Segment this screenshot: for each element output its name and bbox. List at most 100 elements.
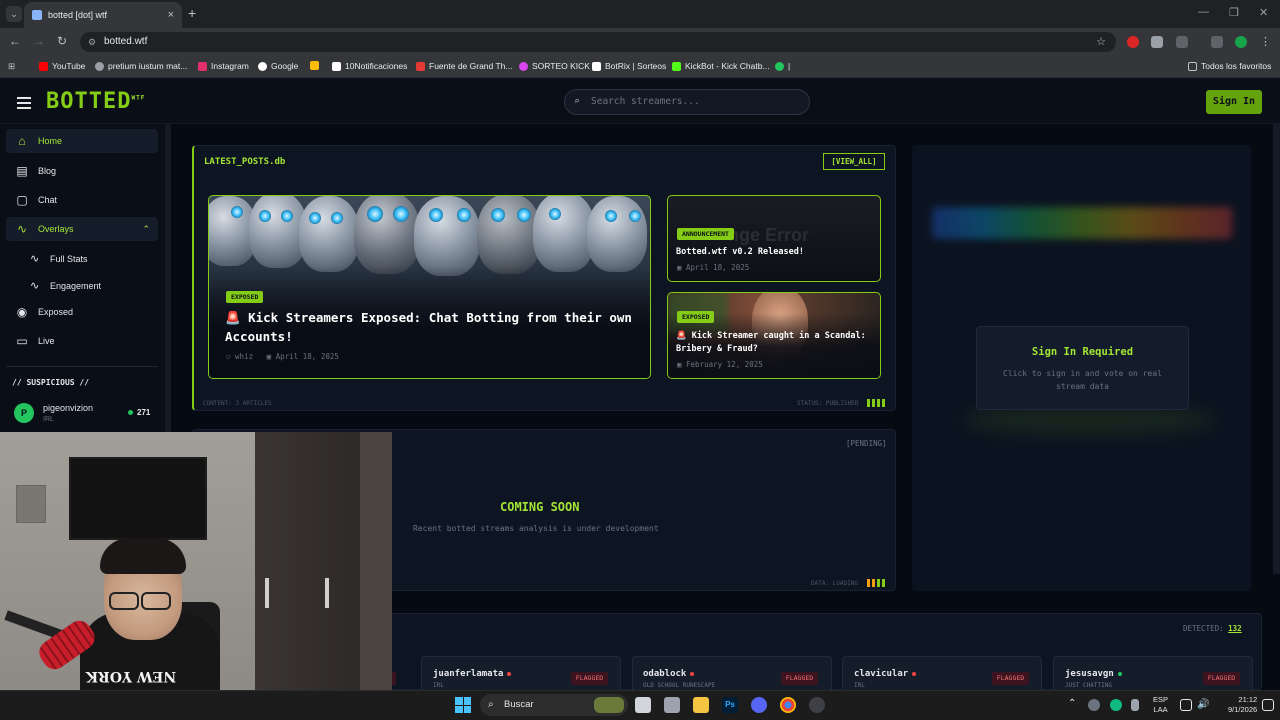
reading-list-icon[interactable]	[1211, 36, 1223, 48]
extension-icon[interactable]	[1151, 36, 1163, 48]
streamer-name[interactable]: clavicular	[854, 669, 917, 679]
search-icon: ⌕	[488, 699, 494, 710]
chevron-up-icon[interactable]: ⌃	[1068, 698, 1076, 709]
all-bookmarks[interactable]: Todos los favoritos	[1188, 61, 1271, 71]
streamer-category: IRL	[433, 682, 444, 689]
streamer-name[interactable]: jesusavgn	[1065, 669, 1122, 679]
google-icon	[258, 61, 267, 71]
page-scrollbar[interactable]	[1273, 124, 1280, 574]
bookmark-google[interactable]: Google	[258, 61, 298, 71]
network-icon[interactable]	[1180, 699, 1192, 711]
bookmark-fuente[interactable]: Fuente de Grand Th...	[416, 61, 512, 71]
menu-dots-icon[interactable]: ⋮	[1260, 36, 1272, 48]
data-loading-label: DATA: LOADING	[811, 580, 858, 587]
robot-eye	[331, 212, 343, 224]
tray-icon[interactable]	[1088, 699, 1100, 711]
tab-title: botted [dot] wtf	[48, 10, 108, 20]
sorteo-icon	[519, 61, 528, 71]
status-dot-icon	[912, 671, 917, 676]
streamer-name[interactable]: odablock	[643, 669, 695, 679]
minimize-icon[interactable]: —	[1198, 6, 1209, 18]
sidebar-item-overlays[interactable]: ∿ Overlays ⌃	[6, 217, 158, 241]
address-bar[interactable]: ⚙ botted.wtf ☆	[80, 32, 1116, 52]
task-view-icon[interactable]	[635, 697, 651, 713]
file-explorer-icon[interactable]	[693, 697, 709, 713]
robot-image	[533, 196, 595, 272]
profile-avatar[interactable]	[1235, 36, 1247, 48]
search-input[interactable]: ⌕ Search streamers...	[564, 89, 810, 115]
avatar[interactable]: P	[14, 403, 34, 423]
site-logo[interactable]: BOTTEDWTF	[46, 89, 145, 114]
extensions-puzzle-icon[interactable]	[1176, 36, 1188, 48]
instagram-icon	[198, 61, 207, 71]
app-icon[interactable]	[664, 697, 680, 713]
sidebar-item-blog[interactable]: ▤ Blog	[6, 159, 158, 183]
bookmark-star-icon[interactable]: ☆	[1096, 32, 1106, 52]
glasses-right	[141, 592, 171, 610]
volume-icon[interactable]: 🔊	[1197, 699, 1209, 711]
sidebar-item-full-stats[interactable]: ∿ Full Stats	[30, 252, 88, 265]
apps-grid-icon[interactable]: ⊞	[8, 61, 15, 72]
taskbar-search[interactable]: ⌕ Buscar	[480, 694, 628, 716]
bookmark-kickbot[interactable]: KickBot - Kick Chatb...	[672, 61, 770, 71]
bookmark-instagram[interactable]: Instagram	[198, 61, 249, 71]
scandal-post-title[interactable]: 🚨 Kick Streamer caught in a Scandal: Bri…	[676, 330, 876, 356]
tv-icon: ▭	[16, 334, 28, 348]
folder-icon	[1188, 61, 1197, 71]
suspicious-user-name[interactable]: pigeonvizion	[43, 403, 93, 413]
system-clock[interactable]: 21:12 9/1/2026	[1228, 695, 1257, 715]
tab-search-button[interactable]: ⌄	[6, 6, 22, 22]
wall-tv	[69, 457, 207, 540]
glasses-left	[109, 592, 139, 610]
forward-icon[interactable]: →	[33, 34, 45, 48]
site-info-icon[interactable]: ⚙	[88, 32, 96, 52]
robot-eye	[367, 206, 383, 222]
language-indicator[interactable]: ESP LAA	[1153, 695, 1168, 715]
view-all-button[interactable]: [VIEW_ALL]	[823, 153, 885, 170]
photoshop-icon[interactable]: Ps	[722, 697, 738, 713]
discord-icon[interactable]	[751, 697, 767, 713]
back-icon[interactable]: ←	[9, 34, 21, 48]
wall-panel	[16, 485, 46, 523]
extension-icon[interactable]	[1127, 36, 1139, 48]
detected-count: DETECTED: 132	[1183, 624, 1242, 633]
reload-icon[interactable]: ↻	[57, 34, 67, 48]
sign-in-required-title[interactable]: Sign In Required	[976, 346, 1189, 358]
bookmark-sorteo-kick[interactable]: SORTEO KICK	[519, 61, 590, 71]
person-hair	[100, 538, 186, 574]
calendar-icon: ▣	[266, 352, 272, 361]
sidebar-item-chat[interactable]: ▢ Chat	[6, 188, 158, 212]
close-tab-icon[interactable]: ×	[168, 9, 174, 21]
sidebar-item-home[interactable]: ⌂ Home	[6, 129, 158, 153]
microphone-icon[interactable]	[1131, 699, 1139, 711]
sidebar-item-live[interactable]: ▭ Live	[6, 329, 158, 353]
bookmark-botrix[interactable]: BotRix | Sorteos	[592, 61, 666, 71]
notifications-icon[interactable]	[1262, 699, 1274, 711]
bookmark-youtube[interactable]: YouTube	[39, 61, 85, 71]
bookmark-unnamed[interactable]	[310, 61, 323, 70]
chrome-icon[interactable]	[780, 697, 796, 713]
app-icon[interactable]	[809, 697, 825, 713]
hamburger-menu-icon[interactable]	[17, 97, 31, 109]
sign-in-button[interactable]: Sign In	[1206, 90, 1262, 114]
webcam-feed: NEW YORK	[0, 432, 392, 690]
featured-post-meta: ⚇ whiz ▣ April 18, 2025	[226, 352, 339, 361]
detected-count-link[interactable]: 132	[1228, 624, 1242, 633]
new-tab-button[interactable]: +	[188, 5, 196, 21]
sidebar-item-engagement[interactable]: ∿ Engagement	[30, 279, 101, 292]
maximize-icon[interactable]: ❐	[1229, 6, 1239, 19]
start-button[interactable]	[455, 697, 471, 713]
robot-eye	[517, 208, 531, 222]
announcement-post-title[interactable]: Botted.wtf v0.2 Released!	[676, 246, 804, 259]
bookmark-10notificaciones[interactable]: 10Notificaciones	[332, 61, 407, 71]
bookmark-badge[interactable]: |	[775, 61, 790, 71]
streamer-name[interactable]: juanferlamata	[433, 669, 512, 679]
tray-icon[interactable]	[1110, 699, 1122, 711]
bookmark-pretium[interactable]: pretium iustum mat...	[95, 61, 187, 71]
featured-post-title[interactable]: 🚨 Kick Streamers Exposed: Chat Botting f…	[225, 308, 645, 346]
sidebar-item-exposed[interactable]: ◉ Exposed	[6, 300, 158, 324]
handle	[325, 578, 329, 608]
youtube-icon	[39, 61, 48, 71]
browser-tab[interactable]: botted [dot] wtf ×	[24, 2, 182, 28]
close-window-icon[interactable]: ✕	[1259, 6, 1268, 19]
